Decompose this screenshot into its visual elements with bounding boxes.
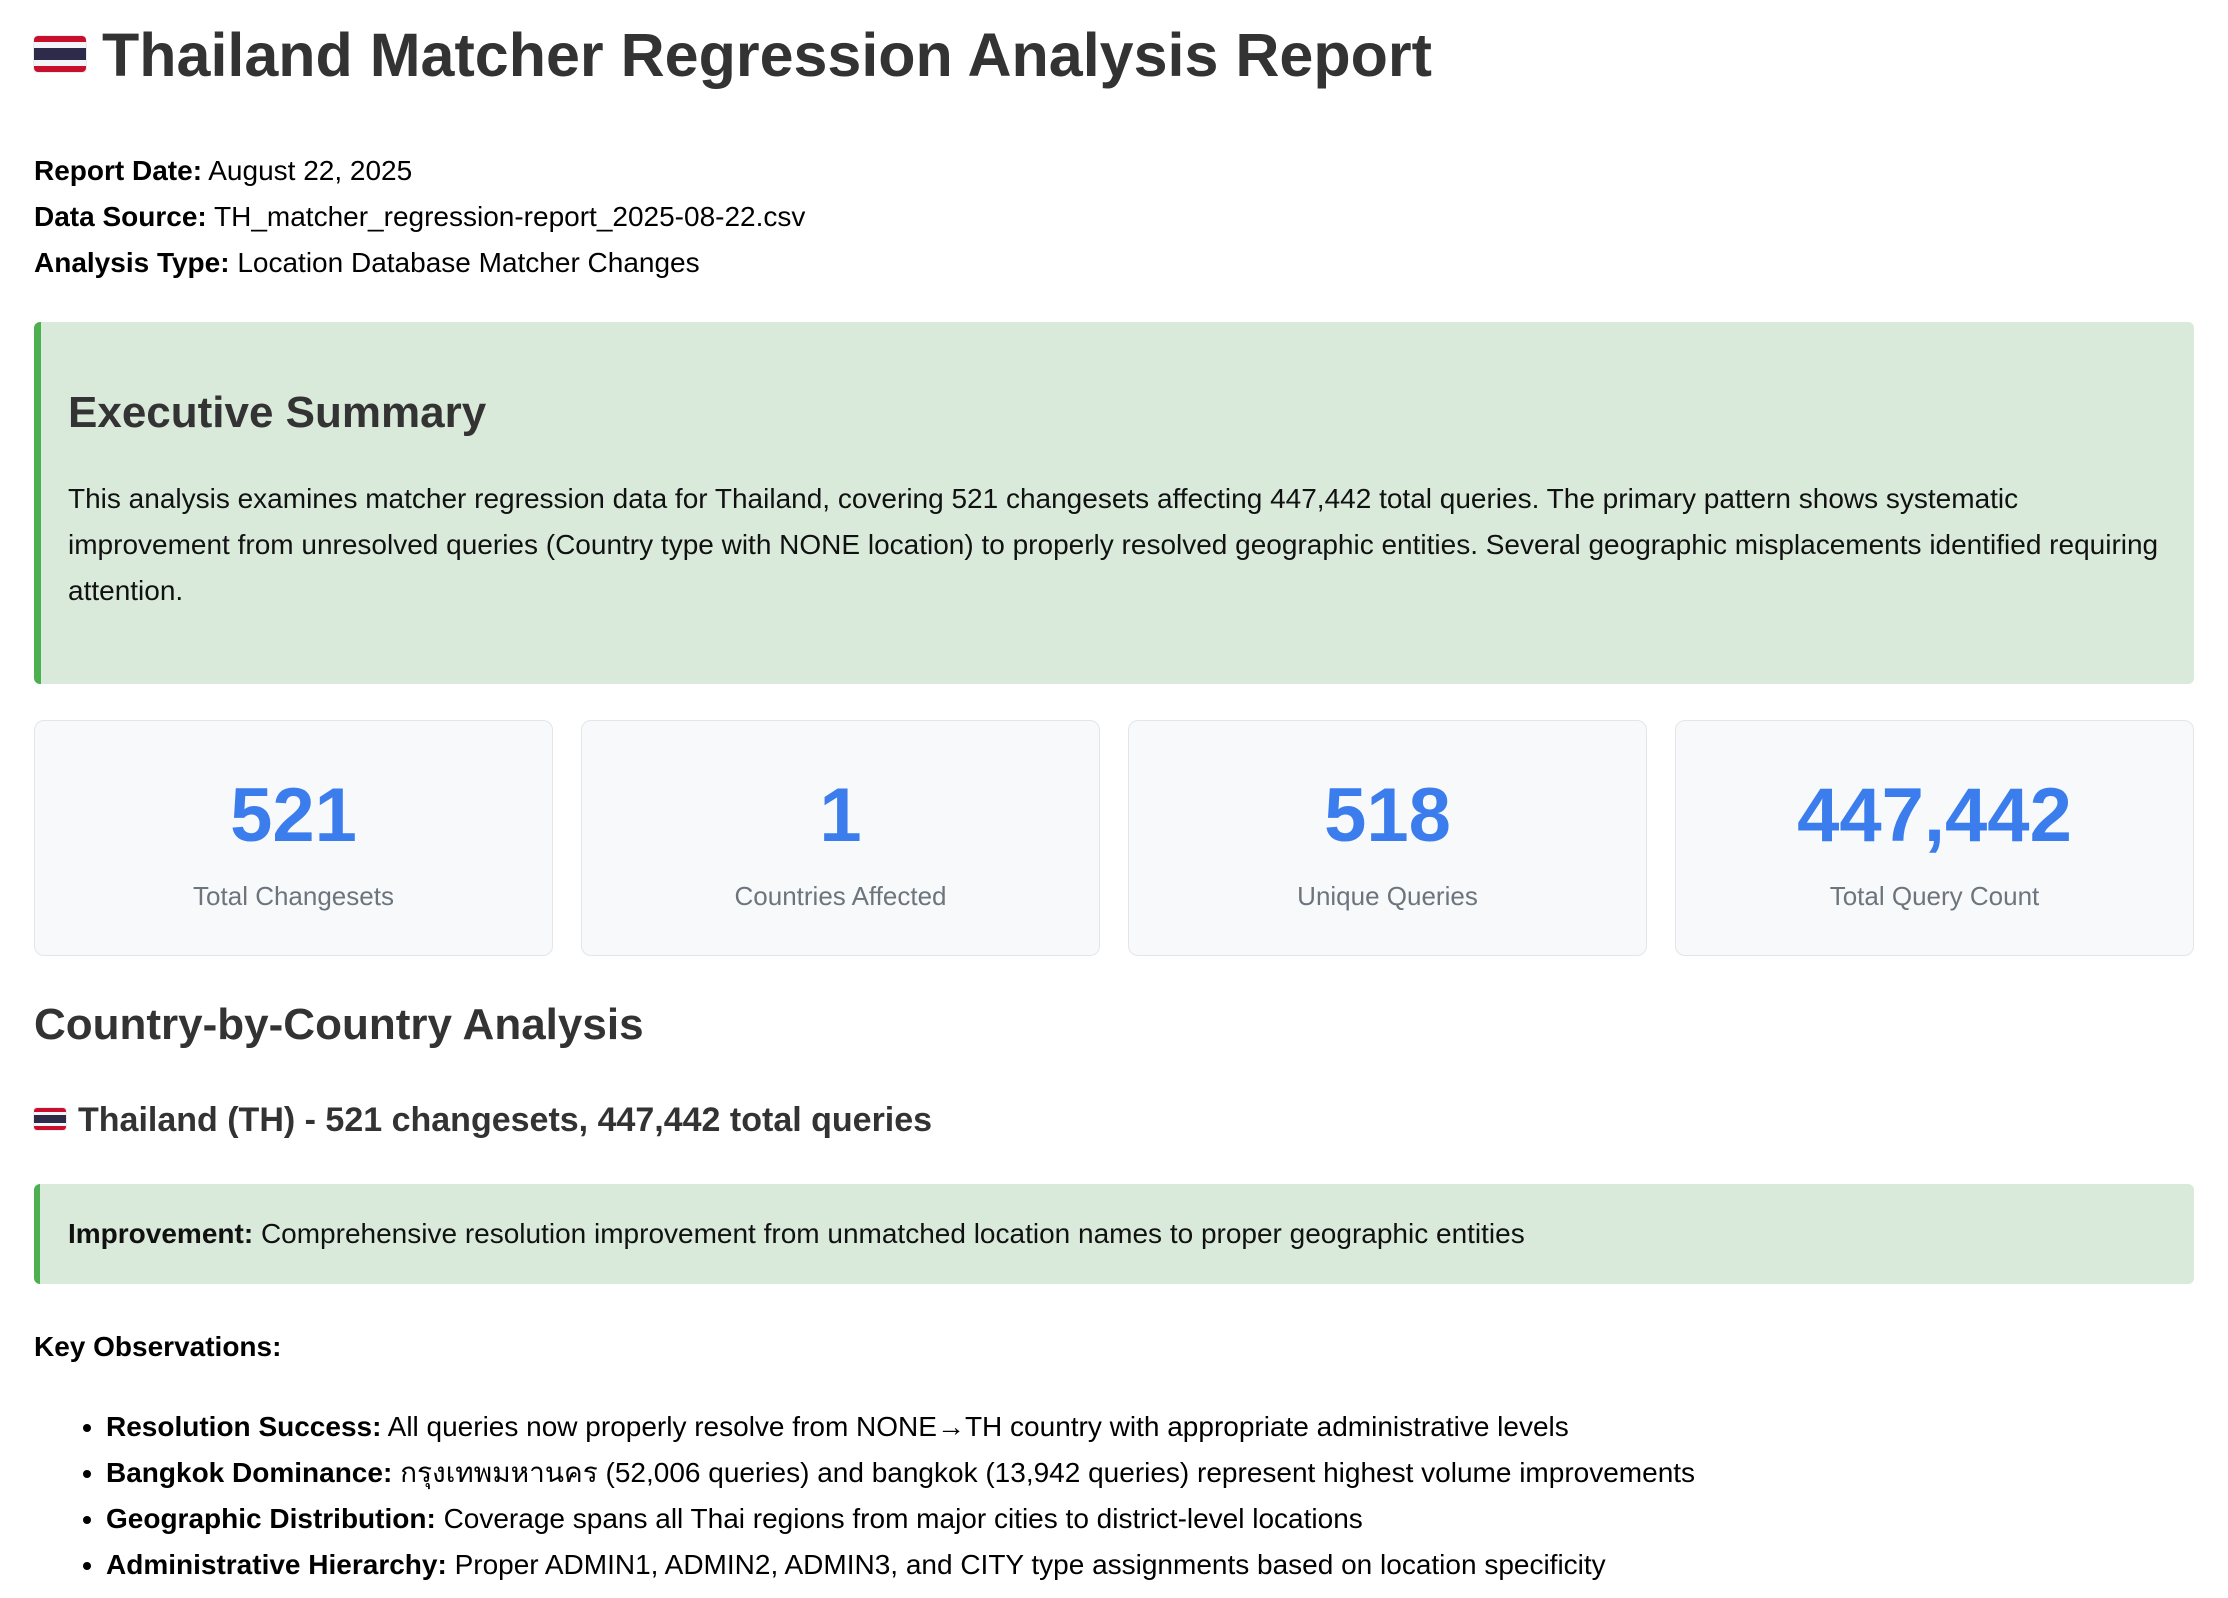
stat-value: 447,442 [1797, 773, 2072, 858]
page-title: Thailand Matcher Regression Analysis Rep… [34, 0, 2194, 90]
meta-value: TH_matcher_regression-report_2025-08-22.… [214, 201, 806, 232]
stat-label: Unique Queries [1297, 881, 1478, 911]
stats-row: 521 Total Changesets 1 Countries Affecte… [34, 720, 2194, 956]
meta-label: Data Source: [34, 201, 207, 232]
report-page: Thailand Matcher Regression Analysis Rep… [0, 0, 2228, 1588]
section-title-country-analysis: Country-by-Country Analysis [34, 1000, 644, 1049]
observation-label: Administrative Hierarchy: [106, 1549, 447, 1580]
country-heading-text: Thailand (TH) - 521 changesets, 447,442 … [78, 1101, 933, 1139]
list-item: Bangkok Dominance: กรุงเทพมหานคร (52,006… [106, 1450, 2194, 1496]
observation-text: Coverage spans all Thai regions from maj… [443, 1503, 1363, 1534]
observations-list: Resolution Success: All queries now prop… [34, 1404, 2194, 1588]
thailand-flag-icon [34, 1108, 66, 1130]
observation-text: Proper ADMIN1, ADMIN2, ADMIN3, and CITY … [454, 1549, 1606, 1580]
stat-card-total-query-count: 447,442 Total Query Count [1675, 720, 2194, 956]
meta-value: August 22, 2025 [208, 155, 413, 186]
callout-text: Comprehensive resolution improvement fro… [260, 1218, 1525, 1249]
meta-report-date: Report Date: August 22, 2025 [34, 154, 2194, 200]
stat-card-unique-queries: 518 Unique Queries [1128, 720, 1647, 956]
list-item: Geographic Distribution: Coverage spans … [106, 1496, 2194, 1542]
stat-label: Total Changesets [193, 881, 394, 911]
thailand-flag-icon [34, 35, 86, 72]
observation-label: Resolution Success: [106, 1411, 382, 1442]
list-item: Resolution Success: All queries now prop… [106, 1404, 2194, 1450]
observation-text: All queries now properly resolve from NO… [387, 1411, 1569, 1442]
observation-label: Bangkok Dominance: [106, 1457, 393, 1488]
country-heading: Thailand (TH) - 521 changesets, 447,442 … [34, 1098, 2194, 1142]
stat-value: 1 [819, 773, 862, 858]
stat-label: Countries Affected [734, 881, 947, 911]
executive-summary-text: This analysis examines matcher regressio… [68, 483, 2159, 606]
observation-text: กรุงเทพมหานคร (52,006 queries) and bangk… [400, 1457, 1696, 1488]
improvement-callout: Improvement: Comprehensive resolution im… [34, 1184, 2194, 1284]
stat-card-total-changesets: 521 Total Changesets [34, 720, 553, 956]
stat-value: 518 [1324, 773, 1451, 858]
meta-label: Report Date: [34, 155, 203, 186]
observation-label: Geographic Distribution: [106, 1503, 436, 1534]
stat-card-countries-affected: 1 Countries Affected [581, 720, 1100, 956]
meta-analysis-type: Analysis Type: Location Database Matcher… [34, 246, 2194, 292]
callout-label: Improvement: [68, 1218, 254, 1249]
stat-label: Total Query Count [1829, 881, 2040, 911]
meta-data-source: Data Source: TH_matcher_regression-repor… [34, 200, 2194, 246]
executive-summary-title: Executive Summary [68, 388, 487, 437]
meta-label: Analysis Type: [34, 247, 230, 278]
executive-summary-box: Executive Summary This analysis examines… [34, 322, 2194, 684]
stat-value: 521 [230, 773, 357, 858]
meta-value: Location Database Matcher Changes [237, 247, 700, 278]
page-title-text: Thailand Matcher Regression Analysis Rep… [102, 21, 1432, 89]
report-meta: Report Date: August 22, 2025 Data Source… [34, 154, 2194, 292]
observations-title: Key Observations: [34, 1331, 282, 1362]
list-item: Administrative Hierarchy: Proper ADMIN1,… [106, 1542, 2194, 1588]
